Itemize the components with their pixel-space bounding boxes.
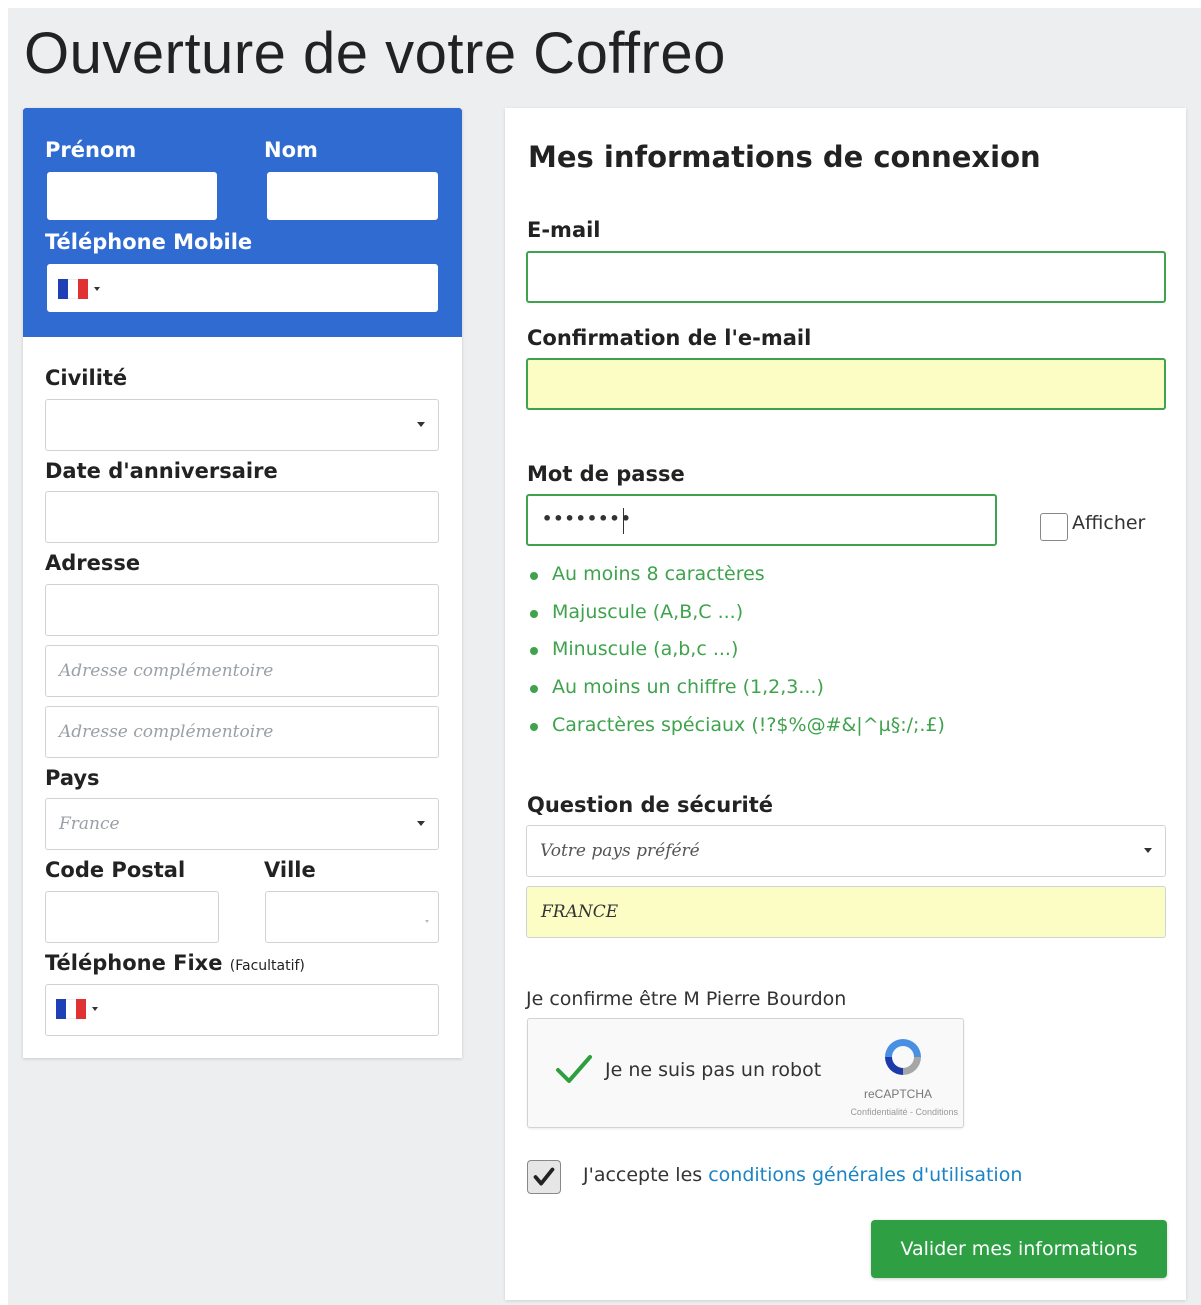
last-name-input[interactable] [267, 172, 438, 220]
country-value: France [59, 814, 120, 834]
birthday-input[interactable] [45, 491, 439, 543]
chevron-down-icon [425, 920, 429, 923]
identity-confirmation-text: Je confirme être M Pierre Bourdon [526, 988, 847, 1010]
green-checkmark-icon[interactable] [554, 1049, 594, 1089]
landline-label-text: Téléphone Fixe [45, 951, 223, 975]
chevron-down-icon [94, 287, 100, 291]
security-answer-input[interactable]: FRANCE [526, 886, 1166, 938]
security-answer-value: FRANCE [541, 902, 619, 922]
france-flag-icon[interactable] [56, 999, 86, 1019]
mobile-phone-label: Téléphone Mobile [45, 230, 253, 254]
checkmark-icon [533, 1167, 555, 1186]
address-input[interactable] [45, 584, 439, 636]
address-line3-placeholder: Adresse complémentoire [59, 722, 274, 742]
password-rule-lowercase: Minuscule (a,b,c ...) [529, 638, 738, 660]
chevron-down-icon [92, 1007, 98, 1011]
security-question-value: Votre pays préféré [540, 841, 700, 861]
postal-code-input[interactable] [45, 891, 219, 943]
recaptcha-label: Je ne suis pas un robot [605, 1059, 822, 1081]
first-name-input[interactable] [47, 172, 217, 220]
password-rule-length: Au moins 8 caractères [530, 563, 765, 585]
chevron-down-icon [417, 422, 425, 427]
address-line2-placeholder: Adresse complémentoire [59, 661, 274, 681]
show-password-checkbox[interactable] [1040, 513, 1068, 541]
section-title: Mes informations de connexion [528, 140, 1041, 174]
landline-input[interactable] [45, 984, 439, 1036]
city-select[interactable] [265, 891, 439, 943]
security-question-label: Question de sécurité [527, 793, 774, 817]
terms-prefix: J'accepte les [583, 1164, 709, 1186]
mobile-phone-input[interactable] [47, 264, 438, 312]
recaptcha-brand: reCAPTCHA [863, 1087, 932, 1101]
chevron-down-icon [1144, 848, 1152, 853]
password-rule-special: Caractères spéciaux (!?$%@#&|^µ§:/;.£) [530, 714, 945, 736]
text-cursor [623, 508, 624, 534]
postal-code-label: Code Postal [45, 858, 186, 882]
terms-checkbox[interactable] [527, 1160, 561, 1194]
recaptcha-legal-links[interactable]: Confidentialité - Conditions [798, 1107, 958, 1117]
email-input[interactable] [526, 251, 1166, 303]
recaptcha-logo-icon [885, 1039, 921, 1075]
terms-text: J'accepte les conditions générales d'uti… [583, 1164, 1022, 1186]
terms-link[interactable]: conditions générales d'utilisation [708, 1164, 1022, 1186]
country-label: Pays [45, 766, 100, 790]
identity-header-block: Prénom Nom Téléphone Mobile [23, 108, 462, 337]
address-line3-input[interactable]: Adresse complémentoire [45, 706, 439, 758]
city-label: Ville [264, 858, 316, 882]
page-title: Ouverture de votre Coffreo [24, 21, 726, 86]
birthday-label: Date d'anniversaire [45, 459, 278, 483]
login-info-panel: Mes informations de connexion E-mail Con… [505, 108, 1186, 1300]
show-password-label: Afficher [1072, 512, 1146, 534]
email-confirm-label: Confirmation de l'e-mail [527, 326, 812, 350]
security-question-select[interactable]: Votre pays préféré [526, 825, 1166, 877]
address-line2-input[interactable]: Adresse complémentoire [45, 645, 439, 697]
password-label: Mot de passe [527, 462, 685, 486]
submit-button[interactable]: Valider mes informations [871, 1220, 1167, 1278]
password-value: •••••••• [542, 509, 632, 528]
password-rule-digit: Au moins un chiffre (1,2,3...) [530, 676, 824, 698]
email-label: E-mail [527, 218, 601, 242]
recaptcha-widget[interactable]: Je ne suis pas un robot reCAPTCHA Confid… [527, 1018, 964, 1128]
landline-optional-hint: (Facultatif) [229, 958, 305, 974]
last-name-label: Nom [264, 138, 318, 162]
civility-select[interactable] [45, 399, 439, 451]
address-label: Adresse [45, 551, 141, 575]
country-select[interactable]: France [45, 798, 439, 850]
password-input[interactable]: •••••••• [526, 494, 997, 546]
civility-label: Civilité [45, 366, 128, 390]
france-flag-icon[interactable] [58, 279, 88, 299]
chevron-down-icon [417, 821, 425, 826]
password-rule-uppercase: Majuscule (A,B,C ...) [529, 601, 743, 623]
email-confirm-input[interactable] [526, 358, 1166, 410]
first-name-label: Prénom [45, 138, 137, 162]
landline-label: Téléphone Fixe (Facultatif) [45, 951, 305, 975]
personal-info-panel: Prénom Nom Téléphone Mobile Civilité Dat… [23, 108, 462, 1058]
